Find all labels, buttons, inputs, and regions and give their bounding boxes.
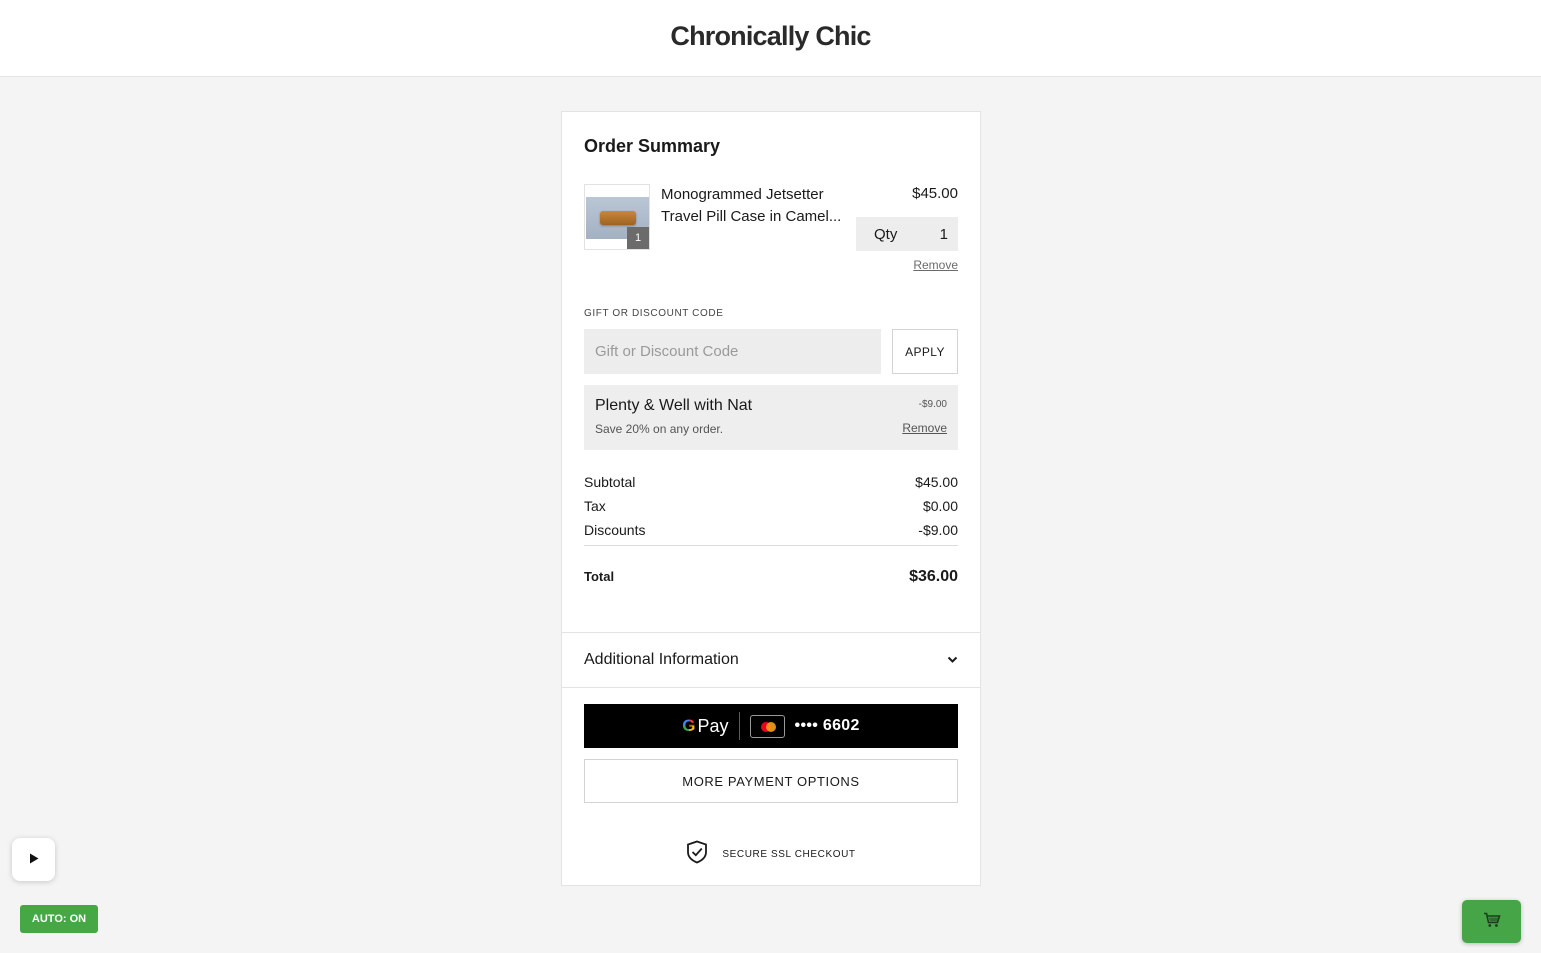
product-name-line-2: Travel Pill Case in Camel... xyxy=(661,208,842,225)
discount-code-input[interactable] xyxy=(584,329,881,374)
product-name: Monogrammed Jetsetter Travel Pill Case i… xyxy=(661,184,841,228)
quantity-label: Qty xyxy=(874,225,898,243)
subtotal-row: Subtotal $45.00 xyxy=(584,474,958,490)
tax-value: $0.00 xyxy=(922,498,958,514)
discounts-label: Discounts xyxy=(584,522,646,538)
remove-promo-link[interactable]: Remove xyxy=(902,421,947,435)
order-summary-title: Order Summary xyxy=(584,136,721,156)
tax-row: Tax $0.00 xyxy=(584,498,958,514)
product-price: $45.00 xyxy=(912,185,958,202)
play-icon xyxy=(29,852,39,867)
more-payment-options-button[interactable]: MORE PAYMENT OPTIONS xyxy=(584,759,958,803)
remove-item-link[interactable]: Remove xyxy=(913,258,958,272)
order-summary-card: Order Summary 1 Monogrammed Jetsetter Tr… xyxy=(561,111,981,886)
discounts-value: -$9.00 xyxy=(918,522,958,538)
tax-label: Tax xyxy=(584,498,606,514)
chevron-down-icon[interactable] xyxy=(946,654,958,666)
total-label: Total xyxy=(584,569,615,584)
product-name-line-1: Monogrammed Jetsetter xyxy=(661,186,824,203)
auto-toggle[interactable]: AUTO: ON xyxy=(20,905,98,933)
promo-name: Plenty & Well with Nat xyxy=(595,397,753,414)
apply-button[interactable]: APPLY xyxy=(892,329,958,374)
secure-checkout-label: SECURE SSL CHECKOUT xyxy=(722,849,856,860)
site-header: Chronically Chic xyxy=(0,0,1541,77)
additional-information-label: Additional Information xyxy=(584,651,739,668)
google-pay-logo: G Pay xyxy=(682,716,728,737)
gpay-text: Pay xyxy=(697,715,729,736)
shield-check-icon xyxy=(686,840,708,869)
google-pay-button[interactable]: G Pay •••• 6602 xyxy=(584,704,958,748)
quantity-value[interactable]: 1 xyxy=(940,226,948,243)
quantity-badge: 1 xyxy=(627,227,649,249)
brand-logo[interactable]: Chronically Chic xyxy=(670,21,871,52)
promo-amount: -$9.00 xyxy=(918,399,947,410)
promo-description: Save 20% on any order. xyxy=(595,422,724,436)
discounts-row: Discounts -$9.00 xyxy=(584,522,958,538)
subtotal-label: Subtotal xyxy=(584,474,636,490)
mastercard-icon xyxy=(749,714,785,738)
secure-checkout-notice: SECURE SSL CHECKOUT xyxy=(562,840,980,869)
card-number: •••• 6602 xyxy=(794,717,860,734)
applied-promo: Plenty & Well with Nat Save 20% on any o… xyxy=(584,385,958,450)
cart-button[interactable] xyxy=(1462,900,1521,943)
total-value: $36.00 xyxy=(909,568,958,585)
total-row: Total $36.00 xyxy=(584,568,958,586)
quantity-selector[interactable]: Qty 1 xyxy=(856,217,958,251)
play-button[interactable] xyxy=(12,838,55,881)
additional-information-toggle[interactable]: Additional Information xyxy=(562,632,980,688)
discount-code-label: GIFT OR DISCOUNT CODE xyxy=(584,308,724,319)
google-g-icon: G xyxy=(682,716,696,735)
subtotal-value: $45.00 xyxy=(915,474,958,490)
gpay-separator xyxy=(738,712,740,740)
pill-case-image xyxy=(600,211,636,225)
summary-divider xyxy=(584,545,958,546)
product-thumbnail: 1 xyxy=(584,184,650,250)
cart-icon xyxy=(1483,912,1501,931)
